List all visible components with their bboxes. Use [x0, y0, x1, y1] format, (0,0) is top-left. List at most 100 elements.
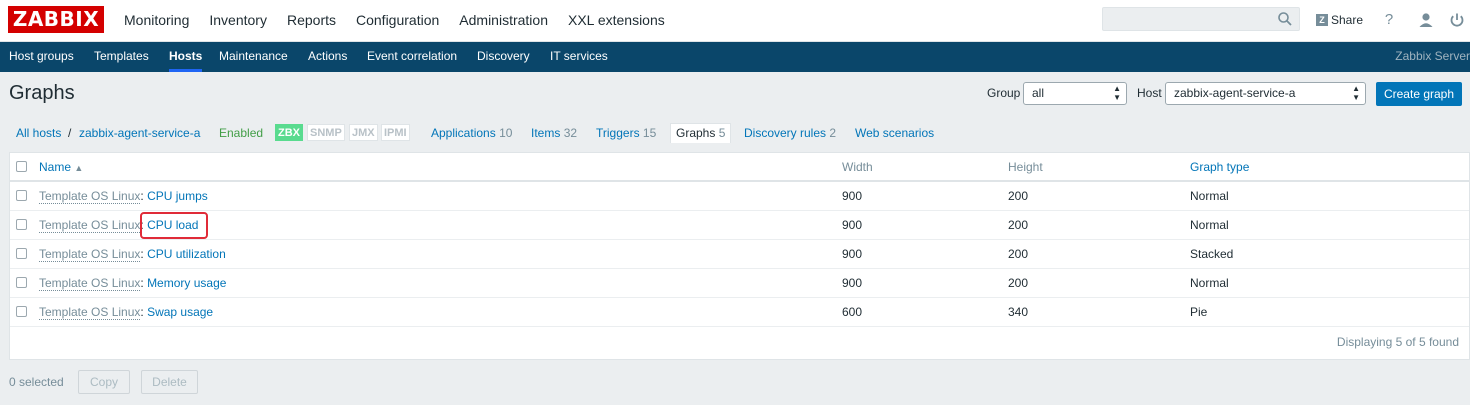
menu-administration[interactable]: Administration [459, 0, 548, 40]
select-arrows-icon: ▲ ▼ [1352, 84, 1360, 102]
row-checkbox[interactable] [16, 248, 27, 259]
template-link[interactable]: Template OS Linux [39, 247, 141, 262]
delete-button[interactable]: Delete [141, 370, 198, 394]
share-icon: Z [1316, 14, 1328, 26]
table-row: Template OS Linux: Swap usage 600 340 Pi… [10, 298, 1469, 327]
height-cell: 200 [1008, 189, 1029, 203]
graph-type-cell: Pie [1190, 305, 1208, 319]
highlight-box [140, 212, 208, 239]
row-checkbox[interactable] [16, 277, 27, 288]
subnav-discovery[interactable]: Discovery [477, 42, 530, 72]
group-select-value: all [1032, 86, 1045, 100]
copy-button[interactable]: Copy [78, 370, 130, 394]
select-arrows-icon: ▲ ▼ [1113, 84, 1121, 102]
height-cell: 200 [1008, 276, 1029, 290]
graph-link[interactable]: CPU jumps [147, 189, 208, 203]
column-graph-type[interactable]: Graph type [1190, 160, 1249, 174]
graph-type-cell: Normal [1190, 189, 1229, 203]
subnav-maintenance[interactable]: Maintenance [219, 42, 288, 72]
zbx-availability-badge: ZBX [275, 124, 303, 141]
help-icon[interactable]: ? [1380, 11, 1398, 29]
row-checkbox[interactable] [16, 219, 27, 230]
graph-type-cell: Normal [1190, 218, 1229, 232]
column-height: Height [1008, 160, 1043, 174]
page-title: Graphs [9, 82, 75, 104]
graph-name-cell: Template OS Linux: Memory usage [39, 276, 227, 291]
subnav-event-correlation[interactable]: Event correlation [367, 42, 457, 72]
sub-navigation: Host groups Templates Hosts Maintenance … [0, 42, 1470, 72]
width-cell: 600 [842, 305, 863, 319]
host-status-enabled[interactable]: Enabled [219, 124, 263, 142]
power-icon[interactable] [1448, 11, 1466, 29]
subnav-it-services[interactable]: IT services [550, 42, 608, 72]
graph-name-cell: Template OS Linux: Swap usage [39, 305, 214, 320]
template-link[interactable]: Template OS Linux [39, 305, 141, 320]
table-header: Name ▲ Width Height Graph type [10, 153, 1469, 182]
table-row: Template OS Linux: CPU jumps 900 200 Nor… [10, 182, 1469, 211]
table-row: Template OS Linux: Memory usage 900 200 … [10, 269, 1469, 298]
share-link[interactable]: Z Share [1316, 11, 1363, 29]
subnav-hosts[interactable]: Hosts [169, 42, 203, 72]
menu-monitoring[interactable]: Monitoring [124, 0, 189, 40]
row-checkbox[interactable] [16, 190, 27, 201]
graph-link[interactable]: Swap usage [147, 305, 213, 319]
share-label: Share [1331, 13, 1364, 27]
subnav-actions[interactable]: Actions [308, 42, 347, 72]
row-checkbox[interactable] [16, 306, 27, 317]
subnav-host-groups[interactable]: Host groups [9, 42, 74, 72]
selected-count: 0 selected [9, 375, 64, 389]
tab-discovery-rules[interactable]: Discovery rules 2 [744, 124, 836, 142]
tab-web-scenarios[interactable]: Web scenarios [855, 124, 934, 142]
host-filter-label: Host [1137, 86, 1162, 100]
height-cell: 200 [1008, 218, 1029, 232]
tab-items[interactable]: Items 32 [531, 124, 577, 142]
jmx-availability-badge: JMX [349, 124, 378, 141]
graphs-table: Name ▲ Width Height Graph type Template … [9, 152, 1470, 360]
template-link[interactable]: Template OS Linux [39, 189, 141, 204]
graph-name-cell: Template OS Linux: CPU utilization [39, 247, 226, 262]
menu-configuration[interactable]: Configuration [356, 0, 439, 40]
search-box [1102, 7, 1300, 31]
graph-name-cell: Template OS Linux: CPU jumps [39, 189, 208, 204]
search-input[interactable] [1103, 8, 1273, 30]
graph-type-cell: Stacked [1190, 247, 1234, 261]
ipmi-availability-badge: IPMI [381, 124, 410, 141]
host-select[interactable]: zabbix-agent-service-a ▲ ▼ [1165, 82, 1366, 105]
menu-inventory[interactable]: Inventory [209, 0, 267, 40]
tab-graphs[interactable]: Graphs 5 [670, 123, 732, 143]
width-cell: 900 [842, 247, 863, 261]
height-cell: 340 [1008, 305, 1029, 319]
menu-xxl-extensions[interactable]: XXL extensions [568, 0, 665, 40]
graph-link[interactable]: CPU utilization [147, 247, 226, 261]
user-profile-icon[interactable] [1417, 11, 1435, 29]
top-bar: ZABBIX Monitoring Inventory Reports Conf… [0, 0, 1470, 42]
template-link[interactable]: Template OS Linux [39, 218, 141, 233]
server-name: Zabbix Server [1395, 49, 1470, 63]
table-row: Template OS Linux: CPU load 900 200 Norm… [10, 211, 1469, 240]
column-name[interactable]: Name ▲ [39, 160, 83, 174]
host-select-value: zabbix-agent-service-a [1174, 86, 1296, 100]
width-cell: 900 [842, 218, 863, 232]
results-count: Displaying 5 of 5 found [1336, 335, 1459, 349]
breadcrumb-all-hosts[interactable]: All hosts [16, 124, 61, 142]
tab-applications[interactable]: Applications 10 [431, 124, 512, 142]
template-link[interactable]: Template OS Linux [39, 276, 141, 291]
subnav-templates[interactable]: Templates [94, 42, 149, 72]
zabbix-logo[interactable]: ZABBIX [8, 6, 104, 33]
graph-link[interactable]: Memory usage [147, 276, 226, 290]
search-icon[interactable] [1277, 11, 1293, 27]
select-all-checkbox[interactable] [16, 161, 27, 172]
column-width: Width [842, 160, 873, 174]
width-cell: 900 [842, 189, 863, 203]
group-select[interactable]: all ▲ ▼ [1023, 82, 1127, 105]
create-graph-button[interactable]: Create graph [1376, 82, 1462, 106]
group-filter-label: Group [987, 86, 1021, 100]
width-cell: 900 [842, 276, 863, 290]
breadcrumb-host[interactable]: zabbix-agent-service-a [79, 124, 200, 142]
main-menu: Monitoring Inventory Reports Configurati… [124, 0, 685, 40]
sort-ascending-icon: ▲ [74, 163, 84, 173]
graph-type-cell: Normal [1190, 276, 1229, 290]
tab-triggers[interactable]: Triggers 15 [596, 124, 656, 142]
height-cell: 200 [1008, 247, 1029, 261]
menu-reports[interactable]: Reports [287, 0, 336, 40]
